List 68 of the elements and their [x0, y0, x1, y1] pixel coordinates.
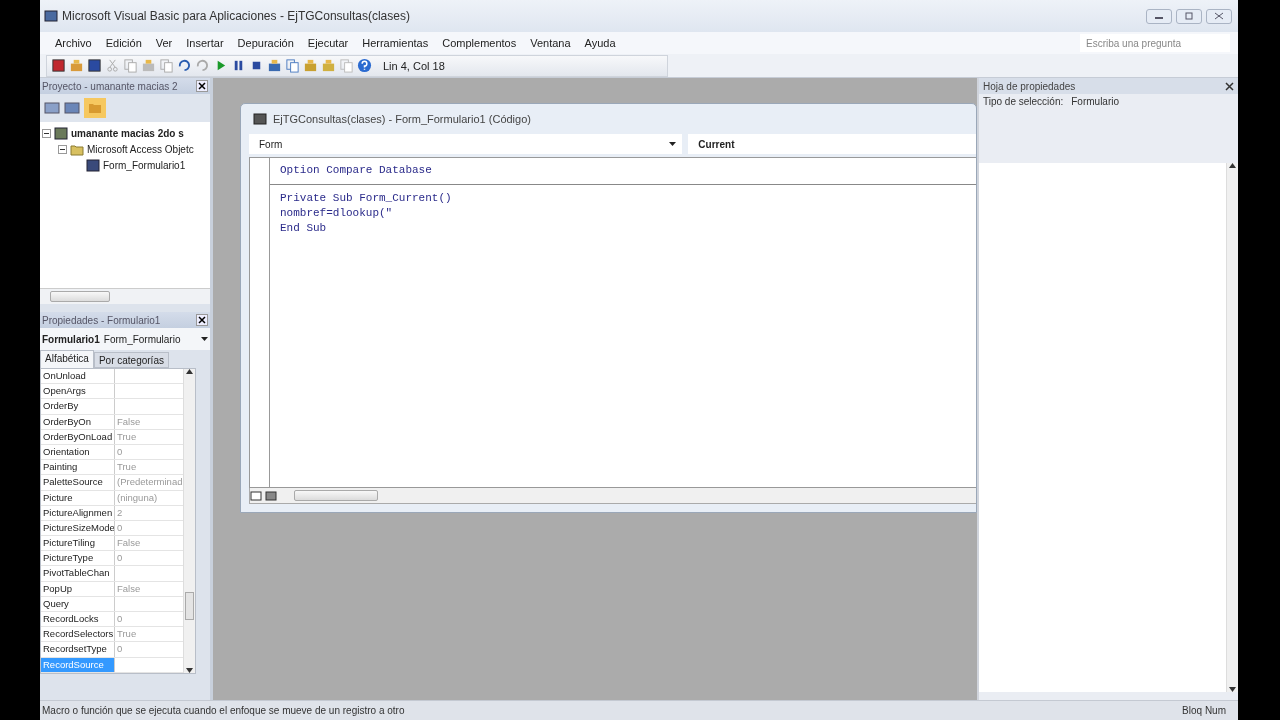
code-line: End Sub	[280, 221, 328, 236]
object-dropdown[interactable]: Formulario1 Form_Formulario	[40, 328, 210, 350]
pane-title: Propiedades - Formulario1	[42, 314, 161, 326]
scroll-thumb[interactable]	[185, 591, 194, 620]
property-name[interactable]: RecordsetType	[41, 642, 115, 657]
menu-item[interactable]: Ejecutar	[300, 37, 356, 49]
procedure-dropdown[interactable]: Current	[688, 134, 976, 154]
caret-icon	[201, 337, 208, 341]
code-line: nombref=dlookup("	[280, 206, 394, 221]
tree-item[interactable]: Microsoft Access Objetc	[87, 143, 194, 155]
close-button[interactable]	[196, 314, 208, 326]
tab[interactable]: Alfabética	[40, 350, 94, 368]
scroll-up-icon[interactable]	[1229, 163, 1236, 168]
collapse-icon[interactable]	[58, 144, 67, 154]
collapse-icon[interactable]	[42, 128, 51, 138]
menu-item[interactable]: Archivo	[48, 37, 99, 49]
code-window-icon	[253, 113, 267, 125]
menu-item[interactable]: Complementos	[435, 37, 524, 49]
menu-item[interactable]: Ventana	[523, 37, 578, 49]
selection-type-value: Formulario	[1071, 96, 1120, 107]
code-line: Option Compare Database	[280, 163, 433, 178]
scrollbar[interactable]	[40, 288, 210, 304]
property-name[interactable]: OrderBy	[41, 399, 115, 414]
property-name[interactable]: PaletteSource	[41, 475, 115, 490]
object-dropdown[interactable]: Form	[249, 134, 683, 154]
menu-item[interactable]: Edición	[98, 37, 149, 49]
menu-item[interactable]: Herramientas	[355, 37, 436, 49]
caret-icon	[669, 142, 677, 146]
menu-item[interactable]: Ver	[148, 37, 180, 49]
help-search-field[interactable]: Escriba una pregunta	[1080, 34, 1230, 52]
restore-icon	[1184, 12, 1194, 20]
pane-title: Proyecto - umanante macias 2	[42, 80, 178, 92]
help-icon[interactable]	[357, 58, 372, 73]
status-message: Macro o función que se ejecuta cuando el enfoque se mueve de un registro a otro	[42, 705, 406, 716]
close-icon	[1214, 12, 1224, 20]
scroll-down-icon[interactable]	[186, 667, 193, 673]
property-name[interactable]: OpenArgs	[41, 384, 115, 399]
tree-item[interactable]: umanante macias 2do s	[71, 127, 184, 139]
scrollbar[interactable]	[249, 488, 976, 504]
close-icon[interactable]	[1225, 81, 1234, 91]
property-name[interactable]: PivotTableChan	[41, 566, 115, 581]
property-name[interactable]: PictureTiling	[41, 536, 115, 551]
tree-item[interactable]: Form_Formulario1	[103, 159, 186, 171]
tab[interactable]: Por categorías	[93, 352, 169, 368]
num-lock-indicator: Bloq Num	[1182, 705, 1226, 716]
code-line: Private Sub Form_Current()	[280, 191, 453, 206]
scroll-down-icon[interactable]	[1229, 687, 1236, 692]
code-window-title: EjTGConsultas(clases) - Form_Formulario1 (Código)	[273, 113, 532, 125]
minimize-button[interactable]	[1146, 8, 1172, 24]
property-name[interactable]: Painting	[41, 460, 115, 475]
property-name[interactable]: OnUnload	[41, 369, 115, 384]
close-button[interactable]	[196, 80, 208, 92]
menu-item[interactable]: Insertar	[179, 37, 231, 49]
menu-item[interactable]: Ayuda	[577, 37, 623, 49]
property-name[interactable]: RecordLocks	[41, 612, 115, 627]
cursor-position: Lin 4, Col 18	[383, 59, 445, 72]
folder-icon	[70, 142, 84, 156]
property-name[interactable]: PictureType	[41, 551, 115, 566]
selection-type-label: Tipo de selección:	[983, 96, 1064, 107]
save-icon[interactable]	[87, 58, 102, 73]
pane-title: Hoja de propiedades	[983, 80, 1076, 92]
menu-item[interactable]: Depuración	[230, 37, 301, 49]
undo-icon[interactable]	[177, 58, 192, 73]
app-icon	[44, 9, 58, 23]
property-name[interactable]: RecordSelectors	[41, 627, 115, 642]
close-icon	[198, 82, 206, 90]
close-icon	[198, 316, 206, 324]
window-title: Microsoft Visual Basic para Aplicaciones - EjTGConsultas(clases)	[62, 9, 411, 23]
